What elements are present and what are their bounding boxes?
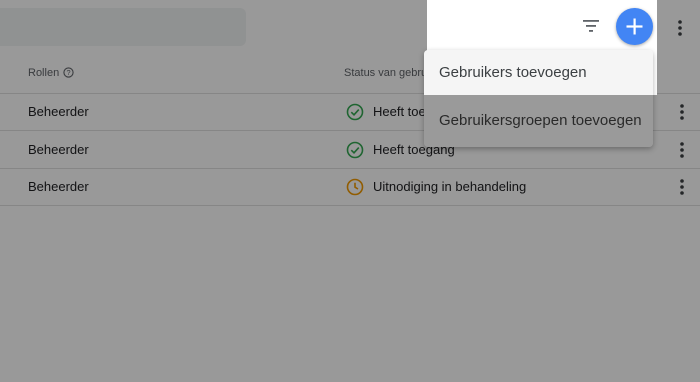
add-menu: Gebruikers toevoegen Gebruikersgroepen t… [424,50,653,147]
plus-icon [626,18,643,35]
add-users-menu-item[interactable]: Gebruikers toevoegen [424,50,653,95]
filter-icon[interactable] [579,16,603,36]
add-user-groups-menu-item[interactable]: Gebruikersgroepen toevoegen [424,95,653,147]
add-button[interactable] [616,8,653,45]
